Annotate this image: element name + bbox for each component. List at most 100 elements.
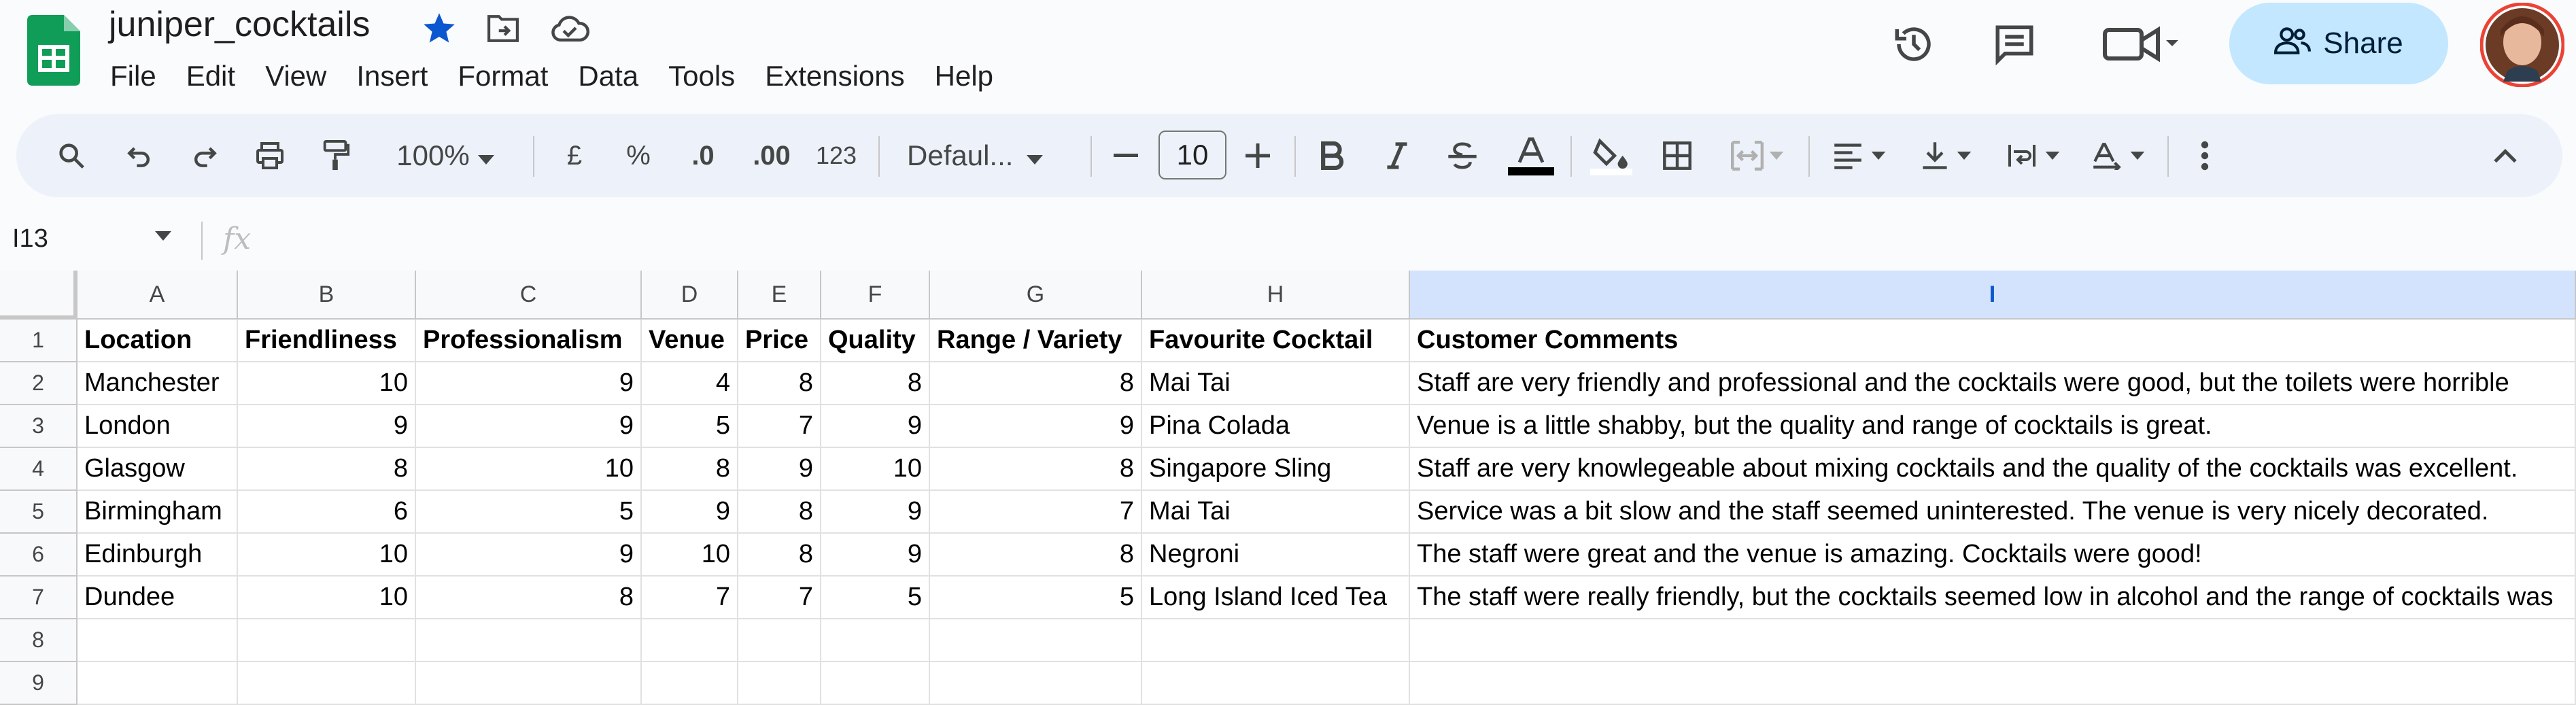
table-cell[interactable]: Long Island Iced Tea bbox=[1142, 577, 1410, 619]
table-cell[interactable] bbox=[1410, 619, 2576, 662]
table-cell[interactable]: 8 bbox=[930, 534, 1142, 577]
sheets-logo-icon[interactable] bbox=[27, 15, 80, 86]
merge-cells-icon[interactable] bbox=[1720, 114, 1795, 197]
table-cell[interactable] bbox=[738, 619, 821, 662]
column-header-b[interactable]: B bbox=[238, 271, 416, 320]
header-cell[interactable]: Price bbox=[738, 320, 821, 362]
table-cell[interactable]: 9 bbox=[821, 534, 930, 577]
meet-camera-icon[interactable] bbox=[2094, 14, 2189, 75]
table-cell[interactable] bbox=[930, 662, 1142, 705]
text-wrapping-icon[interactable] bbox=[1996, 114, 2071, 197]
text-rotation-icon[interactable] bbox=[2080, 114, 2155, 197]
header-cell[interactable]: Quality bbox=[821, 320, 930, 362]
table-cell[interactable] bbox=[930, 619, 1142, 662]
percent-format-button[interactable]: % bbox=[615, 114, 662, 197]
print-icon[interactable] bbox=[246, 114, 294, 197]
strikethrough-icon[interactable] bbox=[1439, 114, 1486, 197]
fill-color-icon[interactable] bbox=[1584, 114, 1638, 197]
menu-insert[interactable]: Insert bbox=[341, 56, 443, 97]
row-header-9[interactable]: 9 bbox=[0, 662, 78, 705]
comments-icon[interactable] bbox=[1984, 14, 2045, 75]
table-cell[interactable]: 9 bbox=[821, 405, 930, 448]
row-header-6[interactable]: 6 bbox=[0, 534, 78, 577]
table-cell[interactable]: Service was a bit slow and the staff see… bbox=[1410, 491, 2576, 534]
text-color-icon[interactable] bbox=[1504, 114, 1558, 197]
table-cell[interactable]: 10 bbox=[642, 534, 738, 577]
header-cell[interactable]: Location bbox=[78, 320, 238, 362]
table-cell[interactable]: 8 bbox=[238, 448, 416, 491]
table-cell[interactable]: 5 bbox=[930, 577, 1142, 619]
collapse-toolbar-icon[interactable] bbox=[2481, 114, 2529, 197]
table-cell[interactable]: The staff were great and the venue is am… bbox=[1410, 534, 2576, 577]
table-cell[interactable] bbox=[416, 619, 642, 662]
table-cell[interactable]: Pina Colada bbox=[1142, 405, 1410, 448]
row-header-4[interactable]: 4 bbox=[0, 448, 78, 491]
table-cell[interactable]: Edinburgh bbox=[78, 534, 238, 577]
search-menus-icon[interactable] bbox=[48, 114, 95, 197]
row-header-1[interactable]: 1 bbox=[0, 320, 78, 362]
table-cell[interactable]: Manchester bbox=[78, 362, 238, 405]
move-to-folder-icon[interactable] bbox=[483, 7, 523, 49]
column-header-a[interactable]: A bbox=[78, 271, 238, 320]
table-cell[interactable]: 8 bbox=[738, 491, 821, 534]
menu-data[interactable]: Data bbox=[563, 56, 653, 97]
cloud-saved-icon[interactable] bbox=[548, 7, 591, 49]
table-cell[interactable]: London bbox=[78, 405, 238, 448]
menu-extensions[interactable]: Extensions bbox=[750, 56, 919, 97]
row-header-3[interactable]: 3 bbox=[0, 405, 78, 448]
table-cell[interactable] bbox=[1410, 662, 2576, 705]
avatar[interactable] bbox=[2479, 2, 2565, 88]
menu-file[interactable]: File bbox=[95, 56, 171, 97]
vertical-align-icon[interactable] bbox=[1909, 114, 1984, 197]
table-cell[interactable] bbox=[78, 662, 238, 705]
table-cell[interactable]: 7 bbox=[738, 577, 821, 619]
zoom-select[interactable]: 100% bbox=[381, 114, 510, 197]
table-cell[interactable] bbox=[821, 619, 930, 662]
menu-format[interactable]: Format bbox=[443, 56, 563, 97]
borders-icon[interactable] bbox=[1653, 114, 1701, 197]
column-header-h[interactable]: H bbox=[1142, 271, 1410, 320]
table-cell[interactable] bbox=[642, 662, 738, 705]
header-cell[interactable]: Range / Variety bbox=[930, 320, 1142, 362]
table-cell[interactable]: 8 bbox=[642, 448, 738, 491]
table-cell[interactable]: 8 bbox=[416, 577, 642, 619]
more-options-icon[interactable] bbox=[2181, 114, 2229, 197]
horizontal-align-icon[interactable] bbox=[1822, 114, 1897, 197]
table-cell[interactable]: 8 bbox=[930, 448, 1142, 491]
row-header-7[interactable]: 7 bbox=[0, 577, 78, 619]
table-cell[interactable] bbox=[1142, 662, 1410, 705]
table-cell[interactable]: 10 bbox=[821, 448, 930, 491]
undo-icon[interactable] bbox=[116, 114, 163, 197]
star-icon[interactable] bbox=[419, 7, 460, 49]
row-header-8[interactable]: 8 bbox=[0, 619, 78, 662]
table-cell[interactable]: 5 bbox=[416, 491, 642, 534]
formula-input[interactable] bbox=[272, 216, 2562, 264]
table-cell[interactable]: Dundee bbox=[78, 577, 238, 619]
table-cell[interactable]: 8 bbox=[738, 362, 821, 405]
column-header-e[interactable]: E bbox=[738, 271, 821, 320]
table-cell[interactable]: 10 bbox=[416, 448, 642, 491]
document-title[interactable]: juniper_cocktails bbox=[109, 4, 370, 45]
font-size-input[interactable]: 10 bbox=[1158, 131, 1226, 179]
table-cell[interactable]: Mai Tai bbox=[1142, 491, 1410, 534]
menu-tools[interactable]: Tools bbox=[653, 56, 750, 97]
table-cell[interactable]: Staff are very knowlegeable about mixing… bbox=[1410, 448, 2576, 491]
table-cell[interactable] bbox=[1142, 619, 1410, 662]
table-cell[interactable]: 9 bbox=[738, 448, 821, 491]
table-cell[interactable] bbox=[238, 619, 416, 662]
chevron-down-icon[interactable] bbox=[155, 231, 171, 244]
table-cell[interactable]: 9 bbox=[416, 534, 642, 577]
header-cell[interactable]: Favourite Cocktail bbox=[1142, 320, 1410, 362]
bold-icon[interactable] bbox=[1308, 114, 1356, 197]
table-cell[interactable]: 8 bbox=[821, 362, 930, 405]
table-cell[interactable]: 6 bbox=[238, 491, 416, 534]
column-header-i[interactable]: I bbox=[1410, 271, 2576, 320]
share-button[interactable]: Share bbox=[2229, 3, 2448, 84]
table-cell[interactable]: 8 bbox=[738, 534, 821, 577]
table-cell[interactable]: Singapore Sling bbox=[1142, 448, 1410, 491]
font-family-select[interactable]: Defaul... bbox=[897, 114, 1084, 197]
row-header-5[interactable]: 5 bbox=[0, 491, 78, 534]
table-cell[interactable]: Venue is a little shabby, but the qualit… bbox=[1410, 405, 2576, 448]
table-cell[interactable]: 9 bbox=[416, 405, 642, 448]
table-cell[interactable]: 9 bbox=[416, 362, 642, 405]
